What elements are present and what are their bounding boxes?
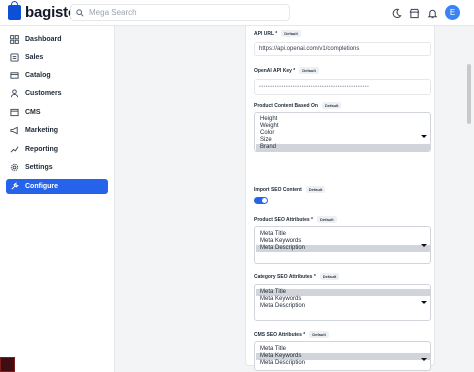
default-badge: Default <box>299 67 319 74</box>
settings-icon <box>9 163 19 173</box>
option-meta-keywords[interactable]: Meta Keywords <box>256 238 430 245</box>
product-seo-label: Product SEO Attributes * Default <box>254 216 337 223</box>
cms-seo-label: CMS SEO Attributes * Default <box>254 331 329 338</box>
option-meta-description[interactable]: Meta Description <box>256 360 430 367</box>
sidebar-item-reporting[interactable]: Reporting <box>6 142 108 157</box>
product-seo-select[interactable]: Meta Title Meta Keywords Meta Descriptio… <box>254 226 431 264</box>
import-seo-label: Import SEO Content Default <box>254 186 326 193</box>
label-text: Product Content Based On <box>254 102 318 109</box>
customers-icon <box>9 89 19 99</box>
api-key-field[interactable]: ••••••••••••••••••••••••••••••••••••••••… <box>254 79 431 95</box>
category-seo-select[interactable]: Meta Title Meta Keywords Meta Descriptio… <box>254 284 431 321</box>
label-text: OpenAI API Key * <box>254 67 296 74</box>
option-meta-title[interactable]: Meta Title <box>256 289 430 296</box>
search-input[interactable] <box>89 8 269 17</box>
chevron-down-icon <box>421 301 427 304</box>
cms-icon <box>9 108 19 118</box>
product-content-select[interactable]: Height Weight Color Size Brand <box>254 112 431 152</box>
sidebar-item-sales[interactable]: Sales <box>6 50 108 65</box>
sidebar-item-dashboard[interactable]: Dashboard <box>6 32 108 47</box>
sidebar-item-label: Reporting <box>25 146 59 153</box>
configuration-panel: API URL * Default https://api.openai.com… <box>245 26 435 371</box>
option-meta-description[interactable]: Meta Description <box>256 303 430 310</box>
dark-mode-icon[interactable] <box>390 7 402 19</box>
top-bar: bagisto E <box>0 0 474 26</box>
sales-icon <box>9 53 19 63</box>
option-height[interactable]: Height <box>256 116 430 123</box>
default-badge: Default <box>281 30 301 37</box>
sidebar-item-label: Configure <box>25 183 59 190</box>
chevron-down-icon <box>421 358 427 361</box>
option-brand[interactable]: Brand <box>256 144 430 151</box>
api-key-label: OpenAI API Key * Default <box>254 67 319 74</box>
user-avatar[interactable]: E <box>445 5 460 20</box>
sidebar-item-catalog[interactable]: Catalog <box>6 68 108 83</box>
sidebar-item-cms[interactable]: CMS <box>6 105 108 120</box>
option-size[interactable]: Size <box>256 137 430 144</box>
sidebar-item-label: Catalog <box>25 72 51 79</box>
cms-seo-select[interactable]: Meta Title Meta Keywords Meta Descriptio… <box>254 341 431 371</box>
product-content-label: Product Content Based On Default <box>254 102 342 109</box>
main-content: API URL * Default https://api.openai.com… <box>116 26 474 372</box>
sidebar: Dashboard Sales Catalog Customers CMS Ma… <box>0 26 115 372</box>
dashboard-icon <box>9 35 19 45</box>
brand-logo[interactable]: bagisto <box>8 1 77 21</box>
label-text: CMS SEO Attributes * <box>254 331 306 338</box>
sidebar-item-label: Customers <box>25 90 62 97</box>
api-url-value: https://api.openai.com/v1/completions <box>259 46 360 52</box>
default-badge: Default <box>321 102 342 109</box>
sidebar-item-label: Dashboard <box>25 36 62 43</box>
sidebar-item-label: Marketing <box>25 127 59 134</box>
sidebar-item-marketing[interactable]: Marketing <box>6 123 108 138</box>
default-badge: Default <box>317 216 337 223</box>
label-text: Import SEO Content <box>254 186 302 193</box>
chevron-down-icon <box>421 244 427 247</box>
default-badge: Default <box>309 331 329 338</box>
category-seo-label: Category SEO Attributes * Default <box>254 273 340 280</box>
sidebar-item-label: Sales <box>25 54 44 61</box>
api-url-field[interactable]: https://api.openai.com/v1/completions <box>254 42 431 56</box>
import-seo-toggle[interactable] <box>254 197 268 204</box>
sidebar-collapse-button[interactable] <box>0 357 15 372</box>
default-badge: Default <box>319 273 340 280</box>
label-text: Category SEO Attributes * <box>254 273 316 280</box>
catalog-icon <box>9 71 19 81</box>
option-meta-keywords[interactable]: Meta Keywords <box>256 353 430 360</box>
default-badge: Default <box>305 186 326 193</box>
bell-icon[interactable] <box>426 7 438 19</box>
sidebar-item-configure[interactable]: Configure <box>6 179 108 194</box>
sidebar-item-label: CMS <box>25 109 41 116</box>
page-scrollbar[interactable] <box>467 64 471 124</box>
option-meta-keywords[interactable]: Meta Keywords <box>256 296 430 303</box>
label-text: API URL * <box>254 30 278 37</box>
api-url-label: API URL * Default <box>254 30 301 37</box>
toggle-knob <box>262 198 267 203</box>
search-box[interactable] <box>70 4 290 21</box>
option-color[interactable]: Color <box>256 130 430 137</box>
label-text: Product SEO Attributes * <box>254 216 313 223</box>
option-meta-title[interactable]: Meta Title <box>256 231 430 238</box>
reporting-icon <box>9 145 19 155</box>
marketing-icon <box>9 126 19 136</box>
option-meta-description[interactable]: Meta Description <box>256 245 430 252</box>
sidebar-item-label: Settings <box>25 164 53 171</box>
sidebar-item-customers[interactable]: Customers <box>6 86 108 101</box>
api-key-value: ••••••••••••••••••••••••••••••••••••••••… <box>259 84 370 90</box>
option-weight[interactable]: Weight <box>256 123 430 130</box>
storefront-icon[interactable] <box>408 7 420 19</box>
sidebar-item-settings[interactable]: Settings <box>6 160 108 175</box>
search-icon <box>76 8 84 17</box>
bag-icon <box>8 1 21 20</box>
chevron-down-icon <box>421 135 427 138</box>
configure-icon <box>9 182 19 192</box>
option-meta-title[interactable]: Meta Title <box>256 346 430 353</box>
